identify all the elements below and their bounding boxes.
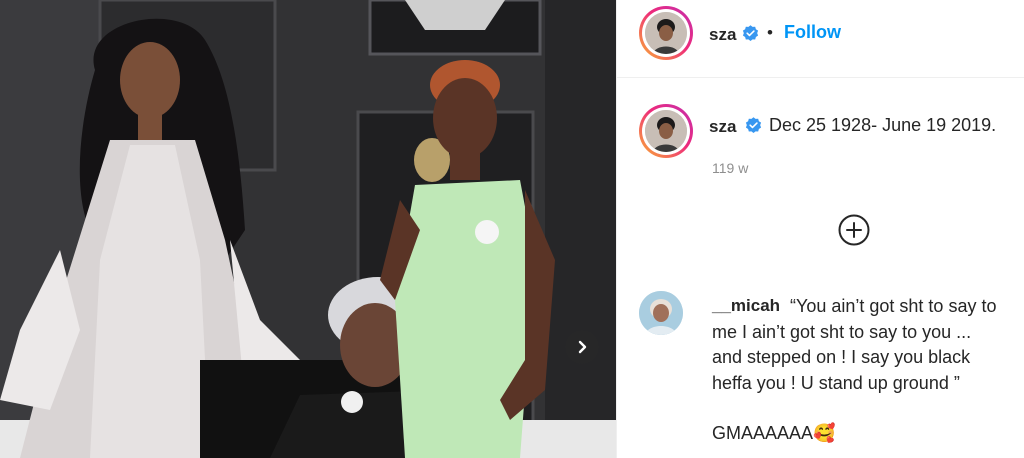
comment-text-line: “You ain’t got sht to say to: [790, 296, 997, 316]
comment-text-line: heffa you ! U stand up ground ”: [712, 373, 960, 393]
header-separator: •: [767, 23, 773, 42]
author-username[interactable]: sza: [709, 25, 736, 45]
comment-text-line: GMAAAAAA🥰: [712, 423, 836, 443]
comment-text-line: and stepped on ! I say you black: [712, 347, 971, 367]
post-caption: Dec 25 1928- June 19 2019.: [769, 115, 997, 135]
commenter-username[interactable]: __micah: [712, 296, 780, 316]
post-header: sza • Follow: [617, 0, 1024, 78]
chevron-right-icon: [578, 340, 587, 354]
post-side-panel: sza • Follow sza Dec 25 1928- June 19 20…: [616, 0, 1024, 458]
verified-badge-icon: [742, 25, 759, 42]
photo-illustration: [0, 0, 616, 458]
avatar-image: [639, 291, 683, 335]
plus-circle-icon[interactable]: [838, 214, 870, 246]
post-timestamp[interactable]: 119 w: [712, 160, 748, 176]
avatar-image: [645, 110, 687, 152]
avatar-image: [645, 12, 687, 54]
caption-author-avatar[interactable]: [639, 104, 693, 158]
next-photo-button[interactable]: [565, 330, 599, 364]
post-photo[interactable]: [0, 0, 616, 458]
commenter-avatar[interactable]: [639, 291, 683, 335]
caption-username[interactable]: sza: [709, 117, 736, 137]
author-avatar[interactable]: [639, 6, 693, 60]
comment-text-line: me I ain’t got sht to say to you ...: [712, 322, 972, 342]
follow-button[interactable]: Follow: [784, 22, 841, 43]
verified-badge-icon: [745, 117, 762, 134]
